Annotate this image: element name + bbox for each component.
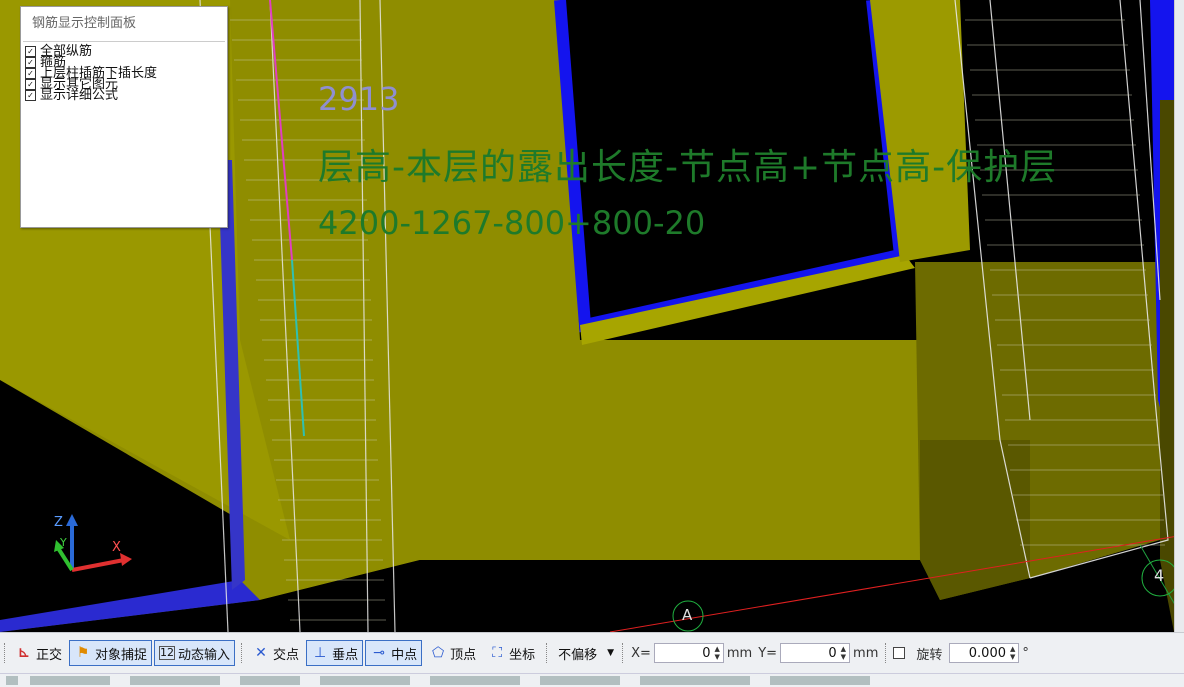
coordinate-button[interactable]: ⛶ 坐标 xyxy=(483,640,540,666)
dynamic-input-button[interactable]: 12 动态输入 xyxy=(154,640,236,666)
rebar-length-label: 2913 xyxy=(318,80,400,118)
vertex-icon: ⬠ xyxy=(432,645,445,661)
3d-viewport[interactable]: 2913 层高-本层的露出长度-节点高+节点高-保护层 4200-1267-80… xyxy=(0,0,1184,632)
perpendicular-button[interactable]: ⊥ 垂点 xyxy=(306,640,364,666)
right-scrollbar[interactable] xyxy=(1174,0,1184,632)
panel-options: ✓ 全部纵筋 ✓ 箍筋 ✓ 上层柱插筋下插长度 ✓ 显示其它图元 ✓ 显示详细公式 xyxy=(25,45,227,102)
toolbar-grip xyxy=(4,643,6,663)
rotate-input[interactable]: 0.000 ▲ ▼ xyxy=(949,643,1020,663)
midpoint-button[interactable]: ⊸ 中点 xyxy=(365,640,423,666)
intersection-icon: ✕ xyxy=(255,645,267,661)
toolbar-separator xyxy=(885,643,887,663)
spinner-icon[interactable]: ▲ ▼ xyxy=(714,645,719,661)
toolbar-separator xyxy=(241,643,243,663)
offset-mode-dropdown[interactable]: 不偏移 ▼ xyxy=(554,642,618,664)
checkbox-icon[interactable]: ✓ xyxy=(25,79,36,90)
ortho-icon: ⊾ xyxy=(18,645,30,661)
dynamic-input-icon: 12 xyxy=(159,646,176,660)
y-unit: mm xyxy=(853,645,879,661)
x-input[interactable]: 0 ▲ ▼ xyxy=(653,643,724,663)
toolbar-separator xyxy=(622,643,624,663)
option-detailed-formula[interactable]: ✓ 显示详细公式 xyxy=(25,89,227,102)
checkbox-icon[interactable]: ✓ xyxy=(25,46,36,57)
spinner-icon[interactable]: ▲ ▼ xyxy=(1010,645,1015,661)
rebar-display-panel[interactable]: 钢筋显示控制面板 ✓ 全部纵筋 ✓ 箍筋 ✓ 上层柱插筋下插长度 ✓ 显示其它图元 ✓ 显… xyxy=(20,6,228,228)
axis-label-x: X xyxy=(112,540,121,555)
grid-marker-a-label: A xyxy=(682,606,693,624)
intersection-button[interactable]: ✕ 交点 xyxy=(247,640,304,666)
midpoint-icon: ⊸ xyxy=(373,645,385,661)
checkbox-icon[interactable]: ✓ xyxy=(25,57,36,68)
rebar-formula-text: 层高-本层的露出长度-节点高+节点高-保护层 xyxy=(318,147,1058,188)
x-unit: mm xyxy=(726,645,753,661)
ortho-button[interactable]: ⊾ 正交 xyxy=(10,640,67,666)
y-label: Y= xyxy=(758,645,778,661)
perpendicular-icon: ⊥ xyxy=(313,645,327,661)
axis-label-y: Y xyxy=(60,536,67,549)
degree-symbol: ° xyxy=(1022,645,1029,661)
panel-title: 钢筋显示控制面板 xyxy=(23,7,225,42)
rotate-label: 旋转 xyxy=(916,647,943,663)
chevron-down-icon: ▼ xyxy=(607,648,615,658)
spinner-icon[interactable]: ▲ ▼ xyxy=(841,645,846,661)
rotate-checkbox[interactable] xyxy=(893,647,906,659)
rebar-formula-values: 4200-1267-800+800-20 xyxy=(318,204,706,242)
x-label: X= xyxy=(631,645,651,661)
coordinate-icon: ⛶ xyxy=(492,645,503,661)
vertex-button[interactable]: ⬠ 顶点 xyxy=(424,640,481,666)
snap-toolbar: ⊾ 正交 ⚑ 对象捕捉 12 动态输入 ✕ 交点 ⊥ 垂点 ⊸ 中点 ⬠ 顶点 … xyxy=(0,632,1184,673)
grid-marker-4-label: 4 xyxy=(1154,566,1165,585)
right-far-wall xyxy=(1160,100,1174,632)
object-snap-button[interactable]: ⚑ 对象捕捉 xyxy=(69,640,153,666)
axis-label-z: Z xyxy=(54,515,63,530)
checkbox-icon[interactable]: ✓ xyxy=(25,68,36,79)
status-toolbar-partial xyxy=(0,673,1184,687)
snap-icon: ⚑ xyxy=(76,645,90,661)
toolbar-separator xyxy=(546,643,548,663)
checkbox-icon[interactable]: ✓ xyxy=(25,90,36,101)
right-column-front xyxy=(920,440,1030,600)
y-input[interactable]: 0 ▲ ▼ xyxy=(780,643,851,663)
